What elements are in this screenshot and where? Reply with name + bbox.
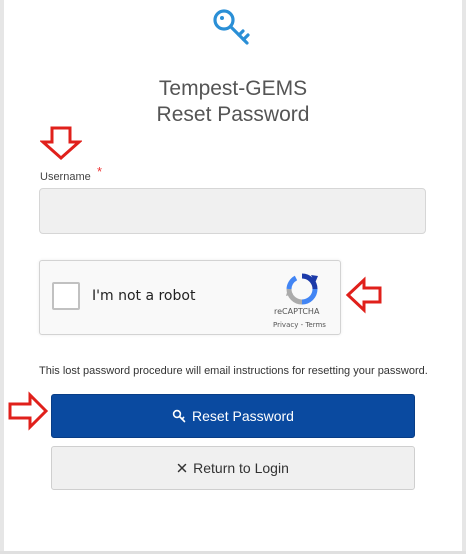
app-title: Tempest-GEMS bbox=[158, 77, 308, 100]
close-icon bbox=[177, 463, 187, 473]
reset-password-button[interactable]: Reset Password bbox=[51, 394, 415, 438]
recaptcha-widget: I'm not a robot reCAPTCHA Privacy - Term… bbox=[39, 260, 341, 335]
key-icon bbox=[172, 409, 186, 423]
annotation-arrow-left-icon bbox=[345, 276, 382, 314]
recaptcha-label: I'm not a robot bbox=[92, 288, 196, 304]
return-to-login-button[interactable]: Return to Login bbox=[51, 446, 415, 490]
page-title: Reset Password bbox=[156, 103, 310, 126]
reset-password-label: Reset Password bbox=[192, 408, 294, 424]
recaptcha-logo-icon bbox=[286, 273, 318, 305]
required-marker: * bbox=[97, 164, 103, 179]
return-to-login-label: Return to Login bbox=[193, 460, 289, 476]
username-input[interactable] bbox=[39, 188, 426, 234]
recaptcha-checkbox[interactable] bbox=[52, 282, 80, 310]
annotation-arrow-down-icon bbox=[40, 126, 82, 161]
info-text: This lost password procedure will email … bbox=[39, 365, 428, 377]
key-icon bbox=[213, 9, 250, 45]
recaptcha-brand: reCAPTCHA bbox=[274, 307, 320, 316]
username-label: Username bbox=[40, 171, 91, 183]
recaptcha-privacy-terms-link[interactable]: Privacy - Terms bbox=[273, 321, 326, 329]
annotation-arrow-right-icon bbox=[8, 391, 49, 431]
